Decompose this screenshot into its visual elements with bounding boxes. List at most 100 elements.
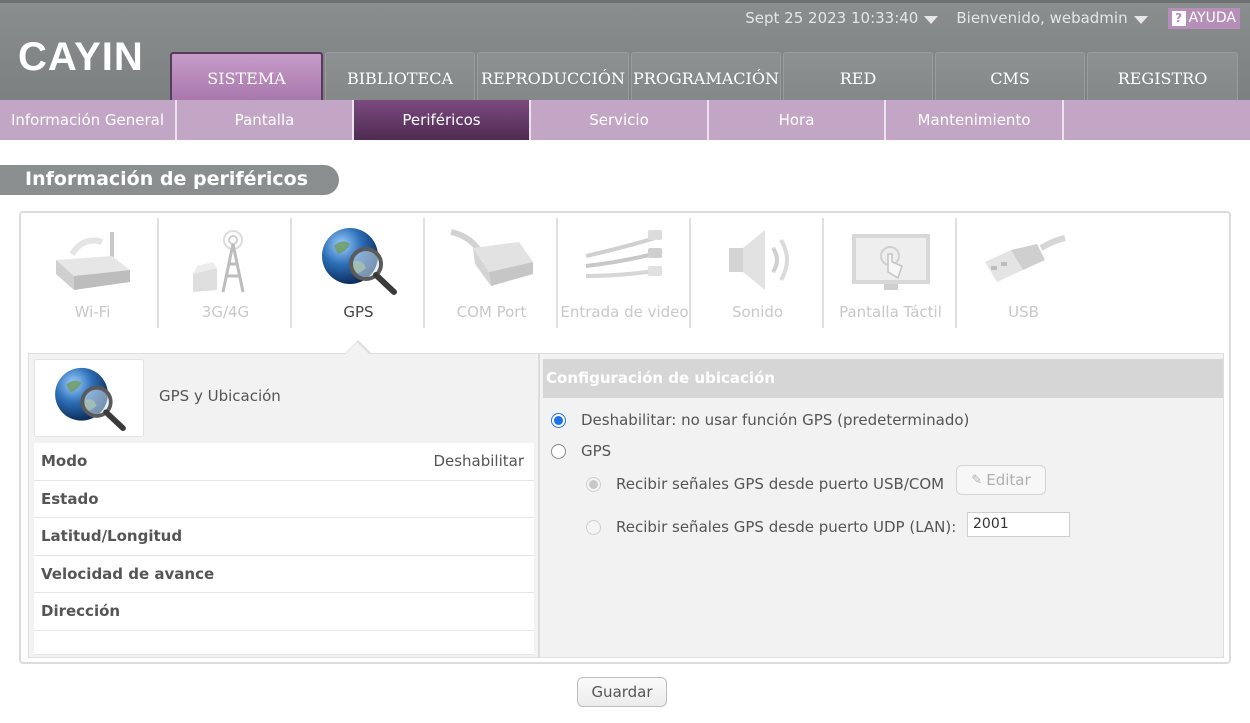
device-sound[interactable]: Sonido bbox=[691, 218, 824, 328]
user-menu[interactable]: Bienvenido, webadmin bbox=[956, 9, 1148, 27]
subtab-label: Servicio bbox=[589, 111, 649, 129]
location-config-column: Configuración de ubicación Deshabilitar:… bbox=[543, 359, 1223, 654]
welcome-text: Bienvenido, webadmin bbox=[956, 9, 1128, 27]
option-gps-label: GPS bbox=[581, 442, 612, 460]
subtab-pantalla[interactable]: Pantalla bbox=[177, 100, 354, 140]
device-label: Sonido bbox=[731, 303, 784, 321]
row-value: Deshabilitar bbox=[433, 452, 524, 471]
device-label: COM Port bbox=[456, 303, 527, 321]
row-key: Dirección bbox=[41, 602, 121, 621]
datetime-dropdown[interactable]: Sept 25 2023 10:33:40 bbox=[745, 9, 939, 27]
device-selector: Wi-Fi 3G/4G GPS COM Port Entrada de vide… bbox=[26, 218, 1090, 328]
globe-magnifier-icon bbox=[322, 228, 397, 295]
column-divider bbox=[538, 354, 540, 657]
row-key: Velocidad de avance bbox=[41, 564, 215, 583]
cell-tower-icon bbox=[193, 230, 245, 293]
row-key: Latitud/Longitud bbox=[41, 527, 183, 546]
subtab-label: Información General bbox=[10, 111, 165, 129]
touch-screen-icon bbox=[852, 234, 930, 290]
option-usb-com[interactable]: Recibir señales GPS desde puerto USB/COM bbox=[586, 475, 944, 493]
table-row: Latitud/Longitud bbox=[34, 518, 534, 556]
edit-button[interactable]: ✎ Editar bbox=[956, 465, 1046, 495]
pencil-icon: ✎ bbox=[971, 472, 983, 488]
device-video-input[interactable]: Entrada de video bbox=[558, 218, 691, 328]
top-header: CAYIN Sept 25 2023 10:33:40 Bienvenido, … bbox=[0, 0, 1250, 103]
speaker-icon bbox=[729, 230, 789, 290]
tab-label: RED bbox=[839, 68, 877, 88]
help-label: AYUDA bbox=[1188, 10, 1236, 26]
device-label: Entrada de video bbox=[560, 303, 689, 321]
option-usb-com-label: Recibir señales GPS desde puerto USB/COM bbox=[616, 475, 945, 493]
tab-biblioteca[interactable]: BIBLIOTECA bbox=[325, 52, 475, 103]
gps-thumbnail bbox=[34, 359, 144, 437]
save-label: Guardar bbox=[591, 683, 653, 701]
page-title: Información de periféricos bbox=[0, 165, 339, 195]
top-info-bar: Sept 25 2023 10:33:40 Bienvenido, webadm… bbox=[745, 7, 1240, 29]
option-udp-label: Recibir señales GPS desde puerto UDP (LA… bbox=[616, 518, 957, 536]
device-label: GPS bbox=[343, 303, 374, 321]
globe-magnifier-icon bbox=[55, 367, 126, 432]
gps-detail-panel: GPS y Ubicación Modo Deshabilitar Estado… bbox=[28, 342, 1224, 658]
gps-radio[interactable] bbox=[551, 443, 566, 459]
option-disable-label: Deshabilitar: no usar función GPS (prede… bbox=[581, 411, 970, 429]
save-button[interactable]: Guardar bbox=[577, 677, 667, 707]
tab-label: CMS bbox=[990, 68, 1030, 88]
device-gps[interactable]: GPS bbox=[292, 218, 425, 328]
table-row: Modo Deshabilitar bbox=[34, 443, 534, 481]
tab-label: PROGRAMACIÓN bbox=[633, 68, 779, 88]
av-cable-icon bbox=[585, 230, 663, 278]
usb-com-radio[interactable] bbox=[586, 476, 601, 492]
device-3g4g[interactable]: 3G/4G bbox=[159, 218, 292, 328]
subtab-label: Periféricos bbox=[402, 111, 481, 129]
table-row: Velocidad de avance bbox=[34, 555, 534, 593]
row-key: Modo bbox=[41, 452, 88, 471]
table-row-empty bbox=[34, 630, 534, 655]
edit-label: Editar bbox=[986, 471, 1031, 489]
device-touch-screen[interactable]: Pantalla Táctil bbox=[824, 218, 957, 328]
subtab-informacion-general[interactable]: Información General bbox=[0, 100, 177, 140]
udp-radio[interactable] bbox=[586, 519, 601, 535]
option-gps[interactable]: GPS bbox=[551, 442, 611, 460]
device-com-port[interactable]: COM Port bbox=[425, 218, 558, 328]
gps-info-table: Modo Deshabilitar Estado Latitud/Longitu… bbox=[34, 443, 534, 655]
tab-reproduccion[interactable]: REPRODUCCIÓN bbox=[477, 52, 629, 103]
option-disable[interactable]: Deshabilitar: no usar función GPS (prede… bbox=[551, 411, 969, 429]
tab-label: REGISTRO bbox=[1117, 68, 1208, 88]
device-label: USB bbox=[1008, 303, 1039, 321]
table-row: Estado bbox=[34, 480, 534, 518]
tab-label: BIBLIOTECA bbox=[346, 68, 454, 88]
tab-red[interactable]: RED bbox=[783, 52, 933, 103]
help-button[interactable]: ? AYUDA bbox=[1167, 7, 1240, 29]
tab-cms[interactable]: CMS bbox=[935, 52, 1085, 103]
subtab-servicio[interactable]: Servicio bbox=[531, 100, 709, 140]
subtab-perifericos[interactable]: Periféricos bbox=[354, 100, 531, 140]
subtab-hora[interactable]: Hora bbox=[709, 100, 886, 140]
subtab-label: Hora bbox=[778, 111, 815, 129]
device-usb[interactable]: USB bbox=[957, 218, 1090, 328]
peripherals-panel: Wi-Fi 3G/4G GPS COM Port Entrada de vide… bbox=[19, 211, 1231, 664]
device-label: Pantalla Táctil bbox=[839, 303, 942, 321]
question-icon: ? bbox=[1171, 10, 1186, 26]
usb-plug-icon bbox=[985, 235, 1066, 282]
main-tabs: SISTEMA BIBLIOTECA REPRODUCCIÓN PROGRAMA… bbox=[170, 52, 1240, 103]
disable-radio[interactable] bbox=[551, 412, 566, 428]
subtab-label: Pantalla bbox=[234, 111, 295, 129]
wifi-router-icon bbox=[56, 232, 130, 290]
option-udp[interactable]: Recibir señales GPS desde puerto UDP (LA… bbox=[586, 518, 956, 536]
config-header: Configuración de ubicación bbox=[543, 359, 1223, 398]
datetime-text: Sept 25 2023 10:33:40 bbox=[745, 9, 919, 27]
subtab-mantenimiento[interactable]: Mantenimiento bbox=[886, 100, 1064, 140]
tab-registro[interactable]: REGISTRO bbox=[1087, 52, 1238, 103]
udp-port-input[interactable]: 2001 bbox=[967, 512, 1070, 537]
sub-tabs: Información General Pantalla Periféricos… bbox=[0, 100, 1250, 140]
device-wifi[interactable]: Wi-Fi bbox=[26, 218, 159, 328]
chevron-down-icon bbox=[1133, 15, 1148, 24]
tab-programacion[interactable]: PROGRAMACIÓN bbox=[631, 52, 781, 103]
gps-status-column: GPS y Ubicación Modo Deshabilitar Estado… bbox=[34, 359, 534, 655]
device-label: Wi-Fi bbox=[74, 303, 111, 321]
cayin-logo: CAYIN bbox=[18, 35, 144, 79]
selection-pointer-fill bbox=[344, 342, 370, 355]
tab-sistema[interactable]: SISTEMA bbox=[170, 52, 323, 103]
tab-label: SISTEMA bbox=[207, 69, 286, 88]
tab-label: REPRODUCCIÓN bbox=[481, 68, 625, 88]
